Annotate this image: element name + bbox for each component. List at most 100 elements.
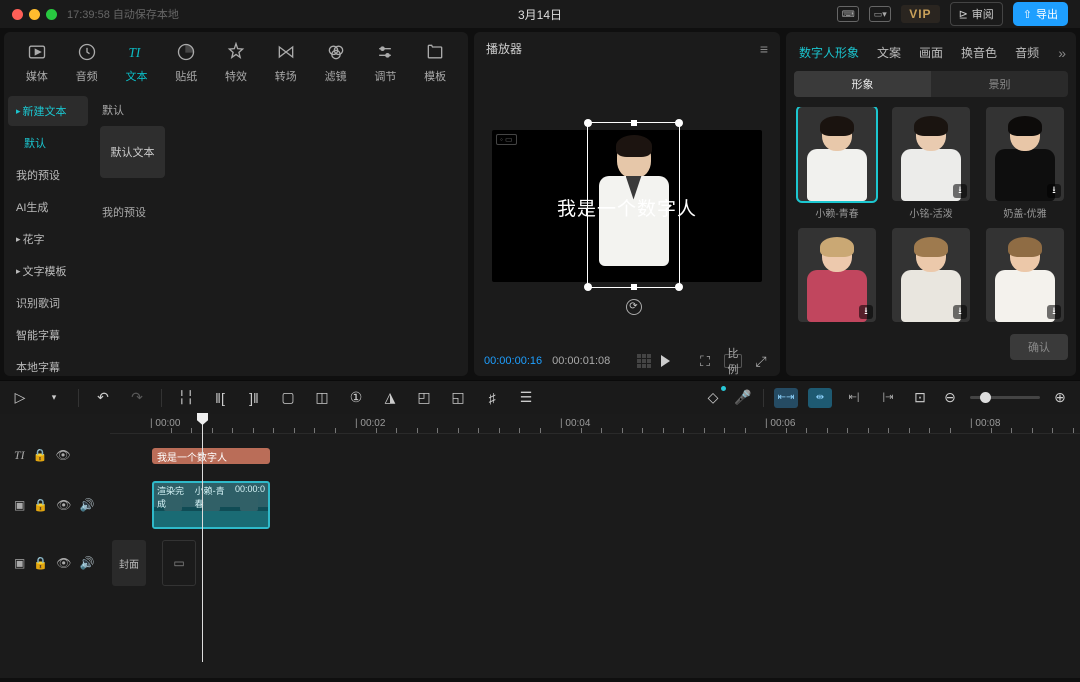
sidebar-item[interactable]: ▸文字模板 [8,256,88,286]
sidebar-item[interactable]: 智能字幕 [8,320,88,350]
layout-icon[interactable]: ▭▾ [869,6,891,22]
player-menu-icon[interactable]: ≡ [760,41,768,57]
avatar-option[interactable]: ⭳ [794,228,880,326]
snap-align-3-icon[interactable]: ⇤| [842,388,866,408]
delete-icon[interactable]: ▢ [278,388,298,408]
cut-left-icon[interactable]: ‖[ [210,388,230,408]
mute-icon[interactable]: 🔊 [80,498,95,512]
rotate-handle-icon[interactable]: ⟳ [626,299,642,315]
export-button[interactable]: ⇧ 导出 [1013,2,1068,26]
tool-tab-filter[interactable]: 滤镜 [311,38,361,92]
tool-tab-fx[interactable]: 特效 [211,38,261,92]
minimize-window-icon[interactable] [29,9,40,20]
resize-handle-tc[interactable] [631,120,637,126]
avatar-option[interactable]: ⭳ [982,228,1068,326]
resize-handle-tl[interactable] [584,119,592,127]
sidebar-item[interactable]: ▸新建文本 [8,96,88,126]
avatar-option[interactable]: 小赖-青春 [794,107,880,220]
playhead-handle-icon[interactable] [197,413,208,425]
zoom-out-icon[interactable]: ⊖ [940,388,960,408]
selection-box[interactable]: ⟳ [587,122,680,288]
lock-icon[interactable]: 🔒 [33,556,48,570]
close-window-icon[interactable] [12,9,23,20]
preview-icon[interactable]: ⊡ [910,388,930,408]
zoom-in-icon[interactable]: ⊕ [1050,388,1070,408]
freeze-frame-icon[interactable]: ① [346,388,366,408]
tool-tab-adjust[interactable]: 调节 [360,38,410,92]
snap-align-2-icon[interactable]: ⇹ [808,388,832,408]
thumbnail-grid-icon[interactable] [637,354,651,368]
player-stage[interactable]: ◦ ▭ 我是一个数字人 ⟳ [474,65,780,346]
keyboard-shortcuts-icon[interactable]: ⌨ [837,6,859,22]
tool-tab-audio[interactable]: 音频 [62,38,112,92]
fullscreen-icon[interactable]: ⤢ [752,354,770,368]
cut-right-icon[interactable]: ]‖ [244,388,264,408]
lock-icon[interactable]: 🔒 [33,498,48,512]
lock-icon[interactable]: 🔒 [33,448,48,462]
crop-icon[interactable]: ⛶ [696,354,714,368]
auto-caption-icon[interactable]: ☰ [516,388,536,408]
canvas[interactable]: ◦ ▭ 我是一个数字人 ⟳ [492,130,762,282]
resize-handle-bl[interactable] [584,283,592,291]
review-button[interactable]: ⊵ 审阅 [950,2,1003,26]
segment-option[interactable]: 景别 [931,71,1068,97]
confirm-button[interactable]: 确认 [1010,334,1068,360]
avatar-label: 小铭-活泼 [909,205,952,220]
visibility-icon[interactable]: 👁 [56,448,71,462]
avatar-option[interactable]: ⭳ 奶盖-优雅 [982,107,1068,220]
pointer-dropdown-icon[interactable]: ▾ [44,388,64,408]
redo-icon[interactable]: ↷ [127,388,147,408]
tool-tab-media[interactable]: 媒体 [12,38,62,92]
snap-align-4-icon[interactable]: |⇥ [876,388,900,408]
tool-tab-text[interactable]: TI文本 [112,38,162,92]
more-tabs-icon[interactable]: » [1054,45,1070,61]
undo-icon[interactable]: ↶ [93,388,113,408]
segment-option[interactable]: 形象 [794,71,931,97]
avatar-option[interactable]: ⭳ 小铭-活泼 [888,107,974,220]
playhead[interactable] [202,414,203,662]
sidebar-item[interactable]: 识别歌词 [8,288,88,318]
sidebar-item[interactable]: AI生成 [8,192,88,222]
time-ruler[interactable]: | 00:00| 00:02| 00:04| 00:06| 00:08 [110,414,1080,434]
avatar-thumb: ⭳ [798,228,876,322]
sidebar-item[interactable]: 本地字幕 [8,352,88,382]
play-button[interactable] [661,355,670,367]
speed-icon[interactable]: ◮ [380,388,400,408]
crop-tool-icon[interactable]: ♯ [482,388,502,408]
right-tab[interactable]: 音频 [1008,42,1046,63]
split-icon[interactable]: ╎╎ [176,388,196,408]
sidebar-item[interactable]: 默认 [8,128,88,158]
sidebar-item[interactable]: 我的预设 [8,160,88,190]
cover-cell[interactable]: 封面 [112,540,146,586]
right-tab[interactable]: 换音色 [954,42,1004,63]
mic-icon[interactable]: 🎤 [733,388,753,408]
sidebar-item[interactable]: ▸花字 [8,224,88,254]
right-tab[interactable]: 画面 [912,42,950,63]
tool-tab-sticker[interactable]: 贴纸 [161,38,211,92]
tool-tab-transition[interactable]: 转场 [261,38,311,92]
avatar-option[interactable]: ⭳ [888,228,974,326]
zoom-slider[interactable] [970,396,1040,399]
mirror-icon[interactable]: ◰ [414,388,434,408]
maximize-window-icon[interactable] [46,9,57,20]
mute-icon[interactable]: 🔊 [80,556,95,570]
ripple-delete-icon[interactable]: ◫ [312,388,332,408]
magnet-icon[interactable]: ◇ [703,388,723,408]
resize-handle-tr[interactable] [675,119,683,127]
video-clip[interactable]: 渲染完成 小赖-青春 00:00:0 [152,481,270,529]
text-clip[interactable]: 我是一个数字人 [152,448,270,464]
resize-handle-br[interactable] [675,283,683,291]
rotate-icon[interactable]: ◱ [448,388,468,408]
visibility-icon[interactable]: 👁 [56,498,71,512]
tool-tab-template[interactable]: 模板 [410,38,460,92]
right-tab[interactable]: 数字人形象 [792,42,866,63]
add-frame-icon[interactable]: ▭ [162,540,196,586]
visibility-icon[interactable]: 👁 [56,556,71,570]
pointer-tool-icon[interactable]: ▷ [10,388,30,408]
ratio-button[interactable]: 比例 [724,354,742,368]
default-text-card[interactable]: 默认文本 [100,126,165,178]
right-tab[interactable]: 文案 [870,42,908,63]
resize-handle-bc[interactable] [631,284,637,290]
snap-align-1-icon[interactable]: ⇤⇥ [774,388,798,408]
vip-badge[interactable]: VIP [901,5,939,23]
